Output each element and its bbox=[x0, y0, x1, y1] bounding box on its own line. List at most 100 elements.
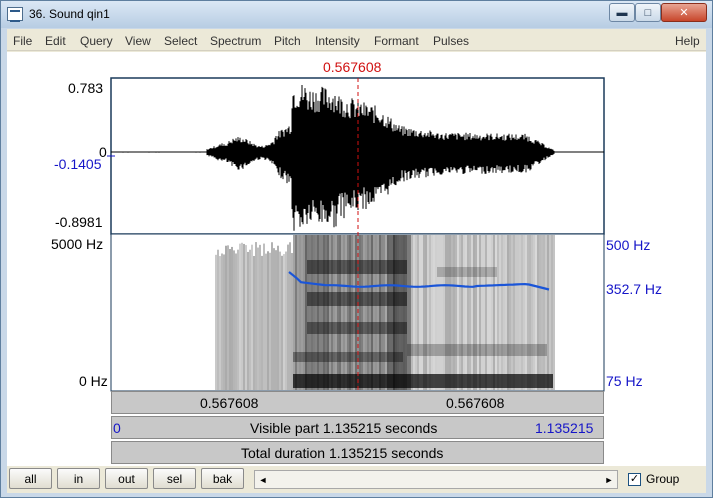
spectrogram-column bbox=[541, 235, 543, 390]
menu-query[interactable]: Query bbox=[80, 34, 113, 48]
spectrogram-column bbox=[317, 235, 319, 390]
minimize-button[interactable]: ▬ bbox=[609, 3, 635, 22]
spectrogram-column bbox=[411, 235, 413, 390]
left-segment-duration[interactable]: 0.567608 bbox=[200, 395, 258, 411]
formant-band bbox=[387, 235, 411, 390]
spectrogram-column bbox=[485, 235, 487, 390]
spectrogram-column bbox=[519, 235, 521, 390]
spectrogram-column bbox=[341, 235, 343, 390]
spectrogram-column bbox=[477, 235, 479, 390]
spectrogram-column bbox=[475, 235, 477, 390]
horizontal-scrollbar[interactable]: ◄ ► bbox=[254, 470, 618, 489]
spectrogram-column bbox=[299, 235, 301, 390]
spectrogram-column bbox=[381, 235, 383, 390]
zoom-all-button[interactable]: all bbox=[9, 468, 52, 489]
spectrogram-column bbox=[243, 243, 245, 390]
close-button[interactable]: ✕ bbox=[661, 3, 707, 22]
menu-pitch[interactable]: Pitch bbox=[274, 34, 301, 48]
zoom-back-button[interactable]: bak bbox=[201, 468, 244, 489]
spectrogram-column bbox=[253, 255, 255, 390]
group-checkbox-label: Group bbox=[646, 472, 680, 486]
spectrogram-column bbox=[379, 235, 381, 390]
maximize-button[interactable]: □ bbox=[635, 3, 661, 22]
menu-intensity[interactable]: Intensity bbox=[315, 34, 360, 48]
formant-band bbox=[407, 344, 547, 356]
spectrogram-column bbox=[279, 251, 281, 390]
visible-end-time: 1.135215 bbox=[535, 420, 594, 436]
spectrogram-column bbox=[455, 235, 457, 390]
menu-file[interactable]: File bbox=[13, 34, 32, 48]
waveform-cursor-value: -0.1405 bbox=[54, 156, 102, 172]
spectrogram-column bbox=[333, 235, 335, 390]
spectrogram-column bbox=[263, 243, 265, 390]
spectrogram-column bbox=[247, 251, 249, 390]
zoom-in-button[interactable]: in bbox=[57, 468, 100, 489]
spectrogram-column bbox=[367, 235, 369, 390]
spectrogram-column bbox=[293, 235, 295, 390]
spectrogram-column bbox=[261, 255, 263, 390]
spectrogram-column bbox=[523, 235, 525, 390]
menu-help[interactable]: Help bbox=[675, 34, 700, 48]
sound-drawing-area[interactable]: 0.567608 0.783 0 -0.1405 -0.8981 5000 Hz… bbox=[7, 52, 706, 466]
spectrogram-column bbox=[339, 235, 341, 390]
spectrogram-column bbox=[433, 235, 435, 390]
menu-formant[interactable]: Formant bbox=[374, 34, 419, 48]
sound-window-icon bbox=[7, 7, 23, 22]
menu-edit[interactable]: Edit bbox=[45, 34, 66, 48]
spectrogram-column bbox=[219, 256, 221, 390]
spectrogram-column bbox=[513, 235, 515, 390]
window-title: 36. Sound qin1 bbox=[29, 7, 110, 21]
spectrogram-image bbox=[215, 235, 555, 390]
spectrogram-column bbox=[473, 235, 475, 390]
spectrogram-column bbox=[361, 235, 363, 390]
spectrogram-column bbox=[375, 235, 377, 390]
spectrogram-column bbox=[331, 235, 333, 390]
spectrogram-column bbox=[371, 235, 373, 390]
visible-part-label[interactable]: Visible part 1.135215 seconds bbox=[250, 420, 437, 436]
spectrogram-column bbox=[435, 235, 437, 390]
selection-segment-bar[interactable]: 0.567608 0.567608 bbox=[111, 391, 604, 414]
menu-view[interactable]: View bbox=[125, 34, 151, 48]
menu-select[interactable]: Select bbox=[164, 34, 197, 48]
spectrogram-column bbox=[227, 245, 229, 390]
spectrogram-column bbox=[377, 235, 379, 390]
spectrogram-column bbox=[237, 249, 239, 390]
zoom-selection-button[interactable]: sel bbox=[153, 468, 196, 489]
spectrogram-column bbox=[363, 235, 365, 390]
visible-part-bar[interactable]: 0 Visible part 1.135215 seconds 1.135215 bbox=[111, 416, 604, 439]
menu-bar: File Edit Query View Select Spectrum Pit… bbox=[7, 29, 706, 51]
spectrogram-column bbox=[525, 235, 527, 390]
spectrogram-column bbox=[315, 235, 317, 390]
spectrogram-column bbox=[309, 235, 311, 390]
spectrogram-column bbox=[423, 235, 425, 390]
spectrogram-column bbox=[329, 235, 331, 390]
spectrogram-column bbox=[343, 235, 345, 390]
title-bar[interactable]: 36. Sound qin1 ▬ □ ✕ bbox=[1, 1, 712, 28]
spectrogram-column bbox=[235, 253, 237, 390]
spectrogram-column bbox=[273, 248, 275, 390]
group-checkbox[interactable]: ✓ bbox=[628, 473, 641, 486]
spectrogram-column bbox=[351, 235, 353, 390]
spectrogram-column bbox=[229, 249, 231, 390]
spectrogram-column bbox=[249, 249, 251, 390]
menu-spectrum[interactable]: Spectrum bbox=[210, 34, 261, 48]
spectrogram-column bbox=[281, 255, 283, 390]
spectrogram-column bbox=[529, 235, 531, 390]
spectrogram-column bbox=[255, 242, 257, 390]
spectrogram-column bbox=[449, 235, 451, 390]
total-duration-label[interactable]: Total duration 1.135215 seconds bbox=[241, 445, 443, 461]
total-duration-bar[interactable]: Total duration 1.135215 seconds bbox=[111, 441, 604, 464]
spectrogram-column bbox=[437, 235, 439, 390]
spectrogram-column bbox=[417, 235, 419, 390]
spectrogram-column bbox=[443, 235, 445, 390]
scroll-right-arrow-icon[interactable]: ► bbox=[601, 471, 617, 488]
spectrogram-column bbox=[447, 235, 449, 390]
pitch-top-label: 500 Hz bbox=[606, 237, 651, 253]
spectrogram-column bbox=[323, 235, 325, 390]
right-segment-duration[interactable]: 0.567608 bbox=[446, 395, 504, 411]
waveform-min-label: -0.8981 bbox=[55, 214, 103, 230]
scroll-left-arrow-icon[interactable]: ◄ bbox=[255, 471, 271, 488]
zoom-out-button[interactable]: out bbox=[105, 468, 148, 489]
pitch-value-label: 352.7 Hz bbox=[606, 281, 663, 297]
menu-pulses[interactable]: Pulses bbox=[433, 34, 469, 48]
